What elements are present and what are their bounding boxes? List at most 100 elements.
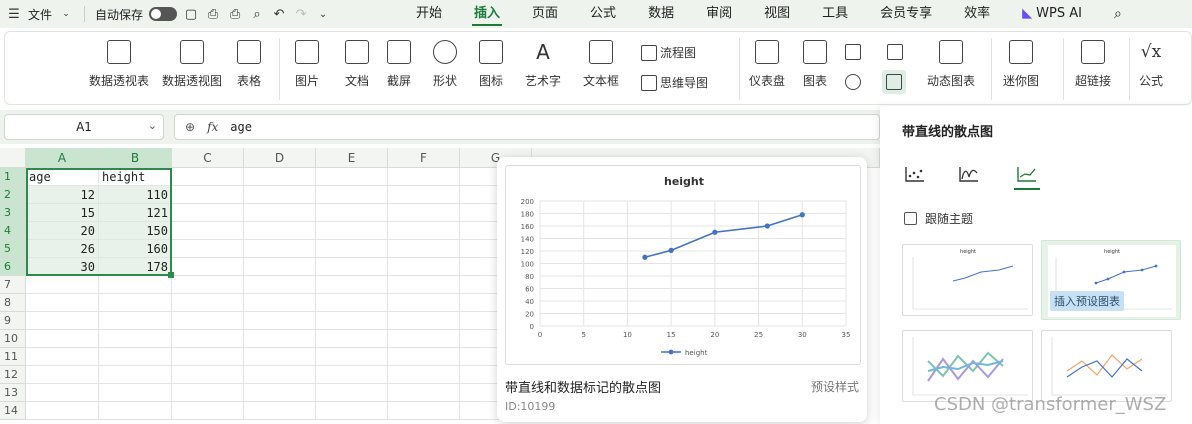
preset-thumbnail-selected[interactable]: height 插入预设图表 — [1041, 240, 1181, 320]
empty-cell[interactable] — [99, 384, 172, 402]
fx-icon[interactable]: fx — [207, 120, 218, 134]
row-header-8[interactable]: 8 — [0, 294, 26, 312]
empty-cell[interactable] — [244, 402, 316, 420]
picture-button[interactable]: 图片 — [295, 40, 319, 89]
col-header-b[interactable]: B — [99, 148, 172, 168]
pivot-chart-button[interactable]: 数据透视图 — [162, 40, 222, 89]
name-box[interactable]: A1 ⌄ — [4, 114, 164, 140]
tab-tools[interactable]: 工具 — [806, 0, 864, 28]
formula-button[interactable]: √x 公式 — [1139, 40, 1163, 89]
empty-cell[interactable] — [388, 312, 460, 330]
cell-b3[interactable]: 121 — [99, 204, 172, 222]
empty-cell[interactable] — [388, 168, 460, 186]
cell-b5[interactable]: 160 — [99, 240, 172, 258]
formula-input[interactable]: ⊕ fx age — [174, 114, 880, 140]
col-header-e[interactable]: E — [316, 148, 388, 168]
empty-cell[interactable] — [244, 240, 316, 258]
mindmap-button[interactable]: 思维导图 — [641, 74, 708, 91]
row-header-4[interactable]: 4 — [0, 222, 26, 240]
empty-cell[interactable] — [388, 240, 460, 258]
cell-b2[interactable]: 110 — [99, 186, 172, 204]
row-header-11[interactable]: 11 — [0, 348, 26, 366]
empty-cell[interactable] — [388, 204, 460, 222]
row-header-10[interactable]: 10 — [0, 330, 26, 348]
empty-cell[interactable] — [316, 186, 388, 204]
autosave-toggle[interactable] — [149, 7, 178, 21]
col-header-d[interactable]: D — [244, 148, 316, 168]
tab-view[interactable]: 视图 — [748, 0, 806, 28]
empty-cell[interactable] — [388, 294, 460, 312]
empty-cell[interactable] — [172, 366, 244, 384]
empty-cell[interactable] — [388, 186, 460, 204]
more-chevron-icon[interactable]: ⌄ — [315, 6, 331, 22]
empty-cell[interactable] — [316, 330, 388, 348]
row-header-1[interactable]: 1 — [0, 168, 26, 186]
format-painter-icon[interactable]: ⌕ — [249, 6, 265, 22]
empty-cell[interactable] — [99, 330, 172, 348]
empty-cell[interactable] — [316, 222, 388, 240]
scatter-type-icon[interactable] — [902, 162, 928, 186]
dynamic-chart-button[interactable]: 动态图表 — [927, 40, 975, 89]
empty-cell[interactable] — [26, 348, 99, 366]
chart-button[interactable]: 图表 — [803, 40, 827, 89]
chart-preview-card[interactable]: height 0 20 40 60 80 100 120 140 160 180 200 0 5 10 15 2… — [497, 157, 867, 422]
empty-cell[interactable] — [316, 294, 388, 312]
smooth-scatter-type-icon[interactable] — [956, 162, 982, 186]
tab-efficiency[interactable]: 效率 — [948, 0, 1006, 28]
tab-formula[interactable]: 公式 — [574, 0, 632, 28]
empty-cell[interactable] — [316, 240, 388, 258]
chevron-down-icon[interactable]: ⌄ — [58, 6, 74, 22]
empty-cell[interactable] — [26, 276, 99, 294]
empty-cell[interactable] — [99, 294, 172, 312]
cell-a2[interactable]: 12 — [26, 186, 99, 204]
insert-preset-button[interactable]: 插入预设图表 — [1050, 291, 1124, 311]
empty-cell[interactable] — [316, 348, 388, 366]
pivot-table-button[interactable]: 数据透视表 — [89, 40, 149, 89]
cell-b1[interactable]: height — [99, 168, 172, 186]
line-chart-button[interactable] — [887, 44, 903, 60]
empty-cell[interactable] — [244, 168, 316, 186]
cell-a1[interactable]: age — [26, 168, 99, 186]
empty-cell[interactable] — [244, 222, 316, 240]
table-button[interactable]: 表格 — [237, 40, 261, 89]
row-header-5[interactable]: 5 — [0, 240, 26, 258]
row-header-3[interactable]: 3 — [0, 204, 26, 222]
export-icon[interactable]: ⎙ — [205, 6, 221, 22]
empty-cell[interactable] — [99, 348, 172, 366]
cell-a3[interactable]: 15 — [26, 204, 99, 222]
empty-cell[interactable] — [316, 402, 388, 420]
empty-cell[interactable] — [244, 330, 316, 348]
col-header-f[interactable]: F — [388, 148, 460, 168]
empty-cell[interactable] — [316, 276, 388, 294]
pie-chart-button[interactable] — [845, 74, 861, 90]
empty-cell[interactable] — [26, 402, 99, 420]
cell-a6[interactable]: 30 — [26, 258, 99, 276]
empty-cell[interactable] — [244, 186, 316, 204]
empty-cell[interactable] — [172, 276, 244, 294]
screenshot-button[interactable]: 截屏 — [387, 40, 411, 89]
empty-cell[interactable] — [388, 402, 460, 420]
tab-data[interactable]: 数据 — [632, 0, 690, 28]
preset-thumbnail[interactable]: height — [902, 244, 1033, 316]
preset-thumbnail[interactable] — [902, 330, 1033, 402]
row-header-13[interactable]: 13 — [0, 384, 26, 402]
row-header-12[interactable]: 12 — [0, 366, 26, 384]
column-chart-button[interactable] — [845, 44, 861, 60]
empty-cell[interactable] — [388, 222, 460, 240]
wordart-button[interactable]: A 艺术字 — [525, 40, 561, 89]
hyperlink-button[interactable]: 超链接 — [1075, 40, 1111, 89]
menu-icon[interactable]: ☰ — [6, 6, 22, 22]
empty-cell[interactable] — [388, 258, 460, 276]
row-header-14[interactable]: 14 — [0, 402, 26, 420]
empty-cell[interactable] — [244, 348, 316, 366]
follow-theme-checkbox[interactable] — [904, 212, 917, 225]
dashboard-button[interactable]: 仪表盘 — [749, 40, 785, 89]
col-header-c[interactable]: C — [172, 148, 244, 168]
empty-cell[interactable] — [99, 366, 172, 384]
empty-cell[interactable] — [172, 294, 244, 312]
empty-cell[interactable] — [316, 366, 388, 384]
scatter-chart-button[interactable] — [882, 70, 906, 94]
follow-theme-option[interactable]: 跟随主题 — [904, 210, 973, 227]
shape-button[interactable]: 形状 — [433, 40, 457, 89]
search-icon[interactable]: ⌕ — [1098, 0, 1138, 28]
